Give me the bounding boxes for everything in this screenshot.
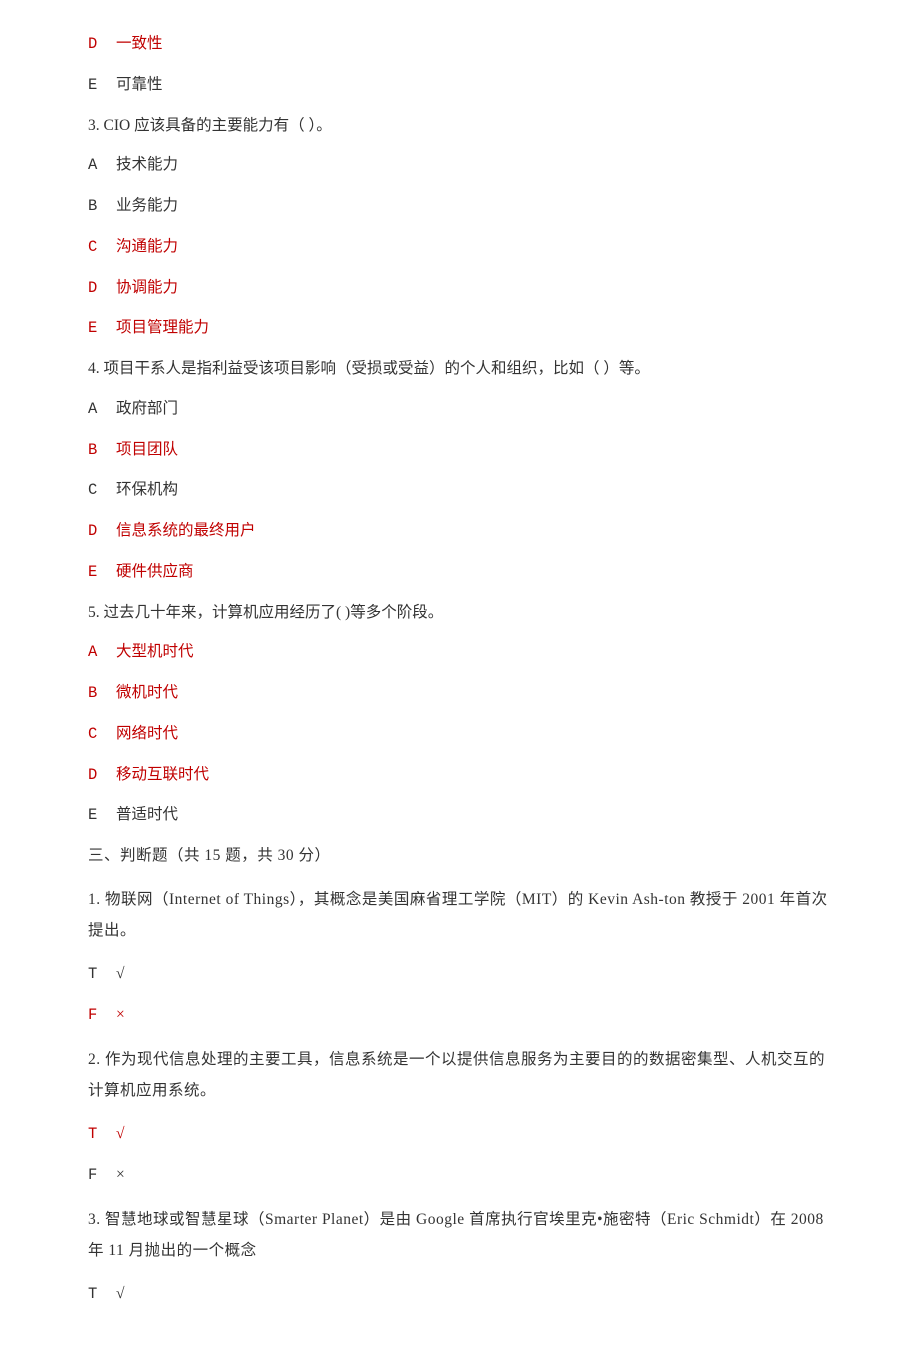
judgment-1-stem: 1. 物联网（Internet of Things），其概念是美国麻省理工学院（… [88,884,832,946]
question-text: 物联网（Internet of Things），其概念是美国麻省理工学院（MIT… [88,891,828,939]
option-text: 项目管理能力 [116,319,209,336]
option-marker: A [88,398,116,421]
option-q3-d: D协调能力 [88,276,832,300]
question-text: 作为现代信息处理的主要工具，信息系统是一个以提供信息服务为主要目的的数据密集型、… [88,1051,825,1099]
option-text: 技术能力 [116,156,178,173]
question-text: 智慧地球或智慧星球（Smarter Planet）是由 Google 首席执行官… [88,1211,824,1259]
option-marker: B [88,439,116,462]
question-4-stem: 4. 项目干系人是指利益受该项目影响（受损或受益）的个人和组织，比如（ ）等。 [88,357,832,380]
option-text: 微机时代 [116,684,178,701]
option-marker: E [88,804,116,827]
question-number: 1. [88,891,101,908]
option-q4-c: C环保机构 [88,478,832,502]
option-q3-b: B业务能力 [88,194,832,218]
tf-symbol: √ [116,965,125,982]
option-marker: D [88,764,116,787]
question-text: CIO 应该具备的主要能力有（ ）。 [104,117,332,134]
option-text: 沟通能力 [116,238,178,255]
tf-symbol: × [116,1166,125,1183]
option-text: 项目团队 [116,441,178,458]
option-marker: C [88,236,116,259]
judgment-2-t: T√ [88,1122,832,1146]
option-marker: E [88,317,116,340]
option-text: 大型机时代 [116,643,194,660]
option-text: 普适时代 [116,806,178,823]
question-5-stem: 5. 过去几十年来，计算机应用经历了( )等多个阶段。 [88,601,832,624]
question-3-stem: 3. CIO 应该具备的主要能力有（ ）。 [88,114,832,137]
tf-marker: T [88,1123,116,1146]
option-marker: D [88,277,116,300]
option-q2-d: D一致性 [88,32,832,56]
question-text: 过去几十年来，计算机应用经历了( )等多个阶段。 [104,604,444,621]
tf-symbol: × [116,1006,125,1023]
option-text: 环保机构 [116,481,178,498]
judgment-2-stem: 2. 作为现代信息处理的主要工具，信息系统是一个以提供信息服务为主要目的的数据密… [88,1044,832,1106]
option-text: 移动互联时代 [116,766,209,783]
tf-marker: T [88,963,116,986]
option-q3-a: A技术能力 [88,153,832,177]
option-q3-c: C沟通能力 [88,235,832,259]
option-q4-e: E硬件供应商 [88,560,832,584]
option-q5-c: C网络时代 [88,722,832,746]
option-marker: A [88,641,116,664]
question-number: 5. [88,604,100,621]
option-q3-e: E项目管理能力 [88,316,832,340]
option-q5-e: E普适时代 [88,803,832,827]
tf-marker: F [88,1164,116,1187]
tf-symbol: √ [116,1125,125,1142]
tf-marker: F [88,1004,116,1027]
option-q4-b: B项目团队 [88,438,832,462]
option-q4-d: D信息系统的最终用户 [88,519,832,543]
option-marker: D [88,33,116,56]
option-q5-d: D移动互联时代 [88,763,832,787]
tf-symbol: √ [116,1285,125,1302]
question-number: 3. [88,117,100,134]
option-q5-a: A大型机时代 [88,640,832,664]
option-text: 硬件供应商 [116,563,194,580]
option-text: 一致性 [116,35,163,52]
option-q5-b: B微机时代 [88,681,832,705]
option-q4-a: A政府部门 [88,397,832,421]
judgment-1-t: T√ [88,962,832,986]
judgment-3-t: T√ [88,1282,832,1306]
option-marker: B [88,682,116,705]
judgment-1-f: F× [88,1003,832,1027]
judgment-3-stem: 3. 智慧地球或智慧星球（Smarter Planet）是由 Google 首席… [88,1204,832,1266]
question-number: 3. [88,1211,101,1228]
option-text: 政府部门 [116,400,178,417]
option-marker: B [88,195,116,218]
option-marker: E [88,561,116,584]
option-text: 网络时代 [116,725,178,742]
question-number: 2. [88,1051,101,1068]
option-q2-e: E可靠性 [88,73,832,97]
option-marker: D [88,520,116,543]
option-text: 业务能力 [116,197,178,214]
section-3-heading: 三、判断题（共 15 题，共 30 分） [88,844,832,867]
option-marker: C [88,723,116,746]
option-marker: A [88,154,116,177]
question-number: 4. [88,360,100,377]
option-text: 信息系统的最终用户 [116,522,256,539]
option-text: 可靠性 [116,76,163,93]
option-marker: E [88,74,116,97]
option-text: 协调能力 [116,279,178,296]
option-marker: C [88,479,116,502]
question-text: 项目干系人是指利益受该项目影响（受损或受益）的个人和组织，比如（ ）等。 [104,360,650,377]
tf-marker: T [88,1283,116,1306]
judgment-2-f: F× [88,1163,832,1187]
